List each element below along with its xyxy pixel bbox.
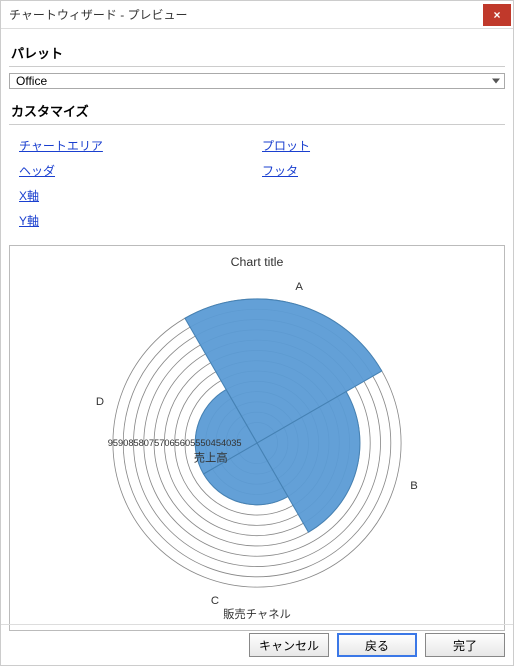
svg-text:65: 65	[170, 438, 180, 448]
button-row: キャンセル 戻る 完了	[1, 624, 513, 665]
links-col-left: チャートエリア ヘッダ X軸 Y軸	[19, 137, 262, 229]
svg-text:D: D	[96, 396, 104, 408]
palette-value: Office	[16, 74, 47, 88]
close-button[interactable]: ×	[483, 4, 511, 26]
svg-text:C: C	[211, 595, 219, 607]
content-panel: パレット Office カスタマイズ チャートエリア ヘッダ X軸 Y軸 プロッ…	[1, 29, 513, 624]
cancel-button[interactable]: キャンセル	[249, 633, 329, 657]
svg-text:60: 60	[180, 438, 190, 448]
svg-text:95: 95	[108, 438, 118, 448]
svg-text:55: 55	[190, 438, 200, 448]
link-chart-area[interactable]: チャートエリア	[19, 137, 103, 154]
svg-text:45: 45	[211, 438, 221, 448]
close-icon: ×	[493, 8, 500, 22]
svg-text:90: 90	[118, 438, 128, 448]
svg-text:40: 40	[221, 438, 231, 448]
customize-links: チャートエリア ヘッダ X軸 Y軸 プロット フッタ	[9, 137, 505, 229]
svg-text:A: A	[295, 281, 303, 293]
titlebar: チャートウィザード - プレビュー ×	[1, 1, 513, 29]
svg-text:70: 70	[159, 438, 169, 448]
customize-label: カスタマイズ	[9, 95, 505, 125]
svg-text:50: 50	[200, 438, 210, 448]
back-button[interactable]: 戻る	[337, 633, 417, 657]
svg-text:販売チャネル: 販売チャネル	[223, 608, 291, 621]
palette-label: パレット	[9, 37, 505, 67]
svg-text:75: 75	[149, 438, 159, 448]
chart-preview: Chart title A B C D 3540455055606570758085909…	[9, 245, 505, 631]
svg-text:80: 80	[139, 438, 149, 448]
chevron-down-icon	[492, 79, 500, 84]
window-title: チャートウィザード - プレビュー	[9, 6, 483, 23]
link-x-axis[interactable]: X軸	[19, 187, 39, 204]
chart-svg: Chart title A B C D 3540455055606570758085909…	[10, 246, 504, 630]
link-y-axis[interactable]: Y軸	[19, 212, 39, 229]
svg-text:B: B	[410, 480, 418, 492]
svg-text:売上高: 売上高	[194, 451, 228, 465]
link-header[interactable]: ヘッダ	[19, 162, 55, 179]
palette-select[interactable]: Office	[9, 73, 505, 89]
svg-text:Chart title: Chart title	[231, 255, 284, 269]
finish-button[interactable]: 完了	[425, 633, 505, 657]
link-footer[interactable]: フッタ	[262, 162, 298, 179]
svg-text:85: 85	[128, 438, 138, 448]
svg-text:35: 35	[231, 438, 241, 448]
link-plot[interactable]: プロット	[262, 137, 310, 154]
links-col-right: プロット フッタ	[262, 137, 505, 229]
